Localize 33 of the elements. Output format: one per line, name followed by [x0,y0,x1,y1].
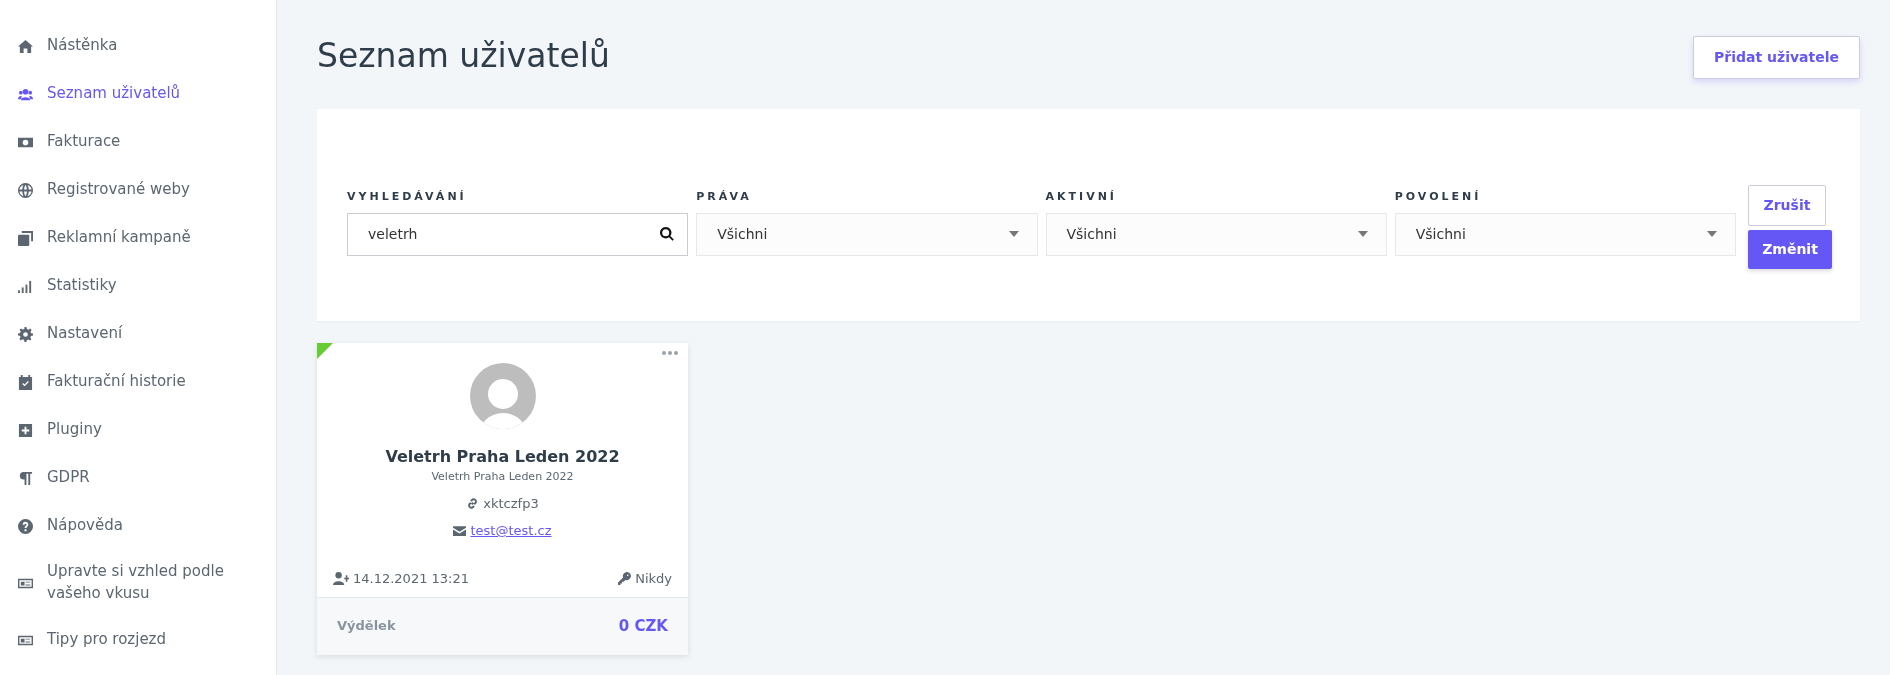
filter-label: POVOLENÍ [1394,189,1482,205]
sidebar-item[interactable]: Reklamní kampaně [0,214,276,262]
select-dropdown[interactable]: Všichni [696,212,1038,256]
search-field[interactable]: veletrh [347,212,689,256]
earnings-label: Výdělek [337,617,396,636]
sidebar-item[interactable]: Seznam uživatelů [0,70,276,118]
user-subtitle: Veletrh Praha Leden 2022 [431,469,574,485]
sidebar-item[interactable]: Statistiky [0,262,276,310]
registration-date: 14.12.2021 13:21 [353,570,470,588]
earnings-value: 0 CZK [618,615,668,637]
filter-label: PRÁVA [696,189,752,205]
filter-label: AKTIVNÍ [1045,189,1117,205]
last-login: Nikdy [635,570,672,588]
sidebar-item[interactable]: Tipy pro rozjezd [0,616,276,664]
select-dropdown[interactable]: Všichni [1394,212,1736,256]
user-name: Veletrh Praha Leden 2022 [385,446,620,468]
user-code: xktczfp3 [483,494,539,513]
sidebar-item[interactable]: GDPR [0,454,276,502]
filter-label: VYHLEDÁVÁNÍ [347,189,467,205]
sidebar-item[interactable]: Nástěnka [0,22,276,70]
sidebar-item[interactable]: Nápověda [0,502,276,550]
sidebar-item[interactable]: Fakturační historie [0,358,276,406]
sidebar-item[interactable]: Fakturace [0,118,276,166]
sidebar-item[interactable]: Pluginy [0,406,276,454]
sidebar-item[interactable]: Nastavení [0,310,276,358]
add-user-button[interactable]: Přidat uživatele [1693,36,1860,79]
cancel-button[interactable]: Zrušit [1748,185,1826,226]
email-link[interactable]: test@test.cz [470,521,552,541]
sidebar-item[interactable]: Upravte si vzhled podle vašeho vkusu [0,550,276,616]
apply-button[interactable]: Změnit [1748,230,1832,269]
select-dropdown[interactable]: Všichni [1045,212,1387,256]
page-title: Seznam uživatelů [317,36,610,76]
sidebar-item[interactable]: Registrované weby [0,166,276,214]
